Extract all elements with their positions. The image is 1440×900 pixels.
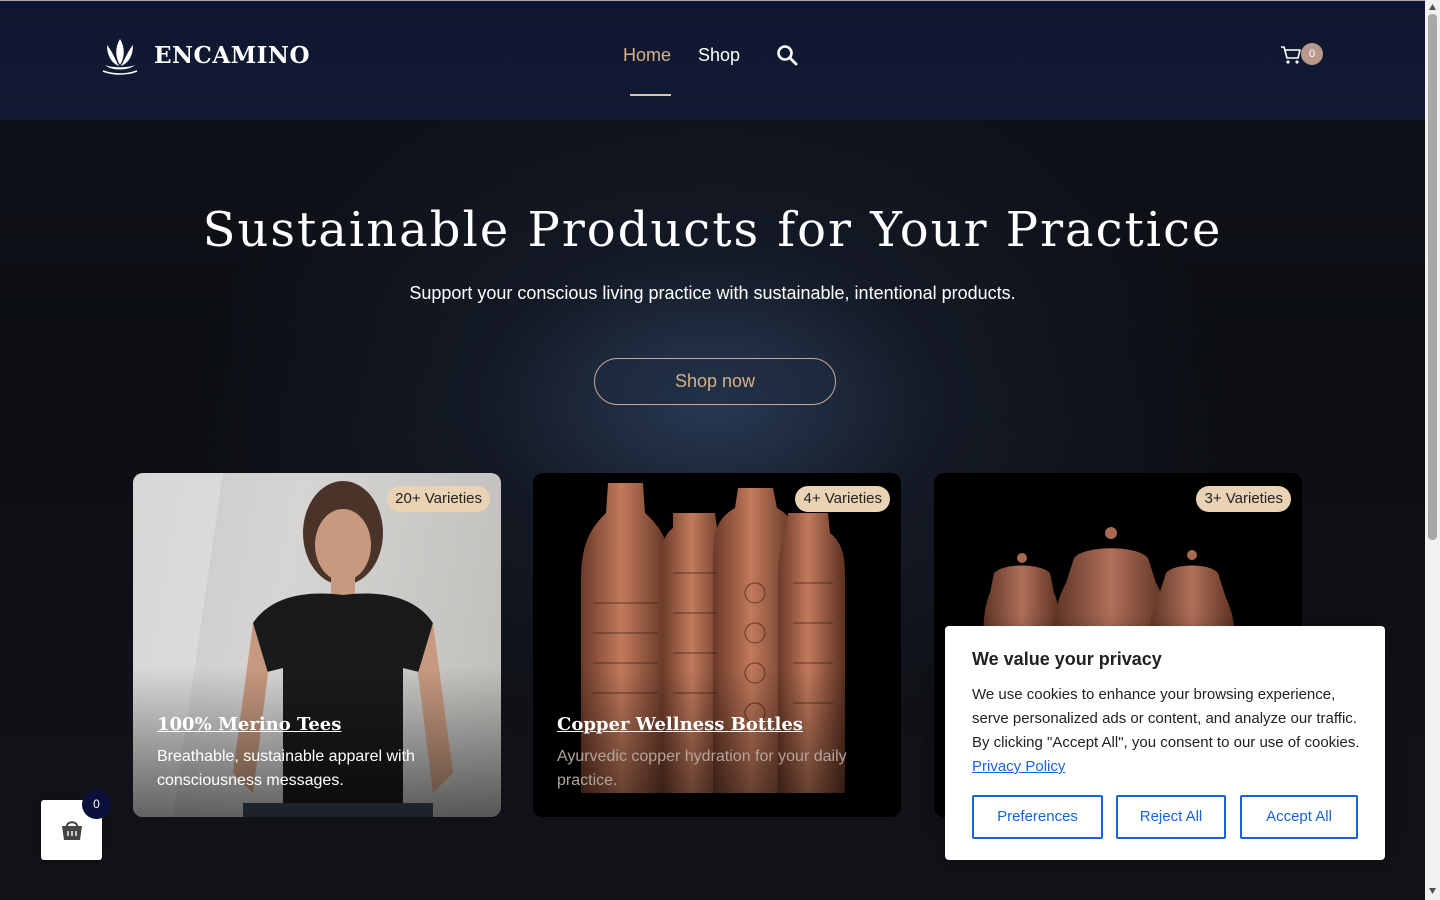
lotus-icon [102,39,138,75]
hero-subtitle: Support your conscious living practice w… [409,283,1016,303]
card-description: Ayurvedic copper hydration for your dail… [557,748,847,789]
hero-title: Sustainable Products for Your Practice [202,202,1223,258]
card-title[interactable]: 100% Merino Tees [157,714,341,735]
shopping-bag-icon [62,821,82,840]
search-icon[interactable] [776,44,798,66]
cookie-preferences-button[interactable]: Preferences [972,795,1103,839]
scrollbar-thumb[interactable] [1428,14,1437,540]
varieties-badge: 4+ Varieties [795,486,890,512]
cookie-consent-banner: We value your privacy We use cookies to … [945,626,1385,860]
shopping-cart-icon [1281,46,1301,64]
card-description: Breathable, sustainable apparel with con… [157,748,415,789]
brand-name: ENCAMINO [154,41,310,69]
cookie-text-body: We use cookies to enhance your browsing … [972,686,1360,751]
page-scrollbar[interactable] [1425,0,1440,900]
shop-now-button[interactable]: Shop now [594,358,836,405]
card-shade [533,667,901,817]
site-header: ENCAMINO Home Shop 0 [0,1,1425,120]
floating-cart-count: 0 [82,790,111,819]
nav-item-home[interactable]: Home [623,45,671,65]
main-nav: Home Shop [623,44,798,96]
cookie-accept-all-button[interactable]: Accept All [1240,795,1358,839]
header-cart[interactable]: 0 [1280,43,1326,69]
nav-item-shop[interactable]: Shop [698,45,740,66]
cookie-reject-all-button[interactable]: Reject All [1116,795,1226,839]
varieties-badge: 3+ Varieties [1196,486,1291,512]
cart-count-badge: 0 [1301,43,1323,65]
card-title[interactable]: Copper Wellness Bottles [557,714,803,735]
active-nav-underline [630,93,671,96]
cookie-title: We value your privacy [972,649,1162,669]
product-card-merino-tees[interactable]: 20+ Varieties 100% Merino Tees Breathabl… [133,473,501,817]
card-shade [133,667,501,817]
product-card-copper-bottles[interactable]: 4+ Varieties Copper Wellness Bottles Ayu… [533,473,901,817]
privacy-policy-link[interactable]: Privacy Policy [972,758,1065,775]
varieties-badge: 20+ Varieties [387,486,490,512]
page: ENCAMINO Home Shop 0 Sustainable Product… [0,0,1425,900]
scroll-up-arrow-icon[interactable] [1428,3,1437,11]
scroll-down-arrow-icon[interactable] [1428,887,1437,895]
cookie-text: We use cookies to enhance your browsing … [972,683,1364,779]
brand-logo[interactable]: ENCAMINO [101,35,310,75]
